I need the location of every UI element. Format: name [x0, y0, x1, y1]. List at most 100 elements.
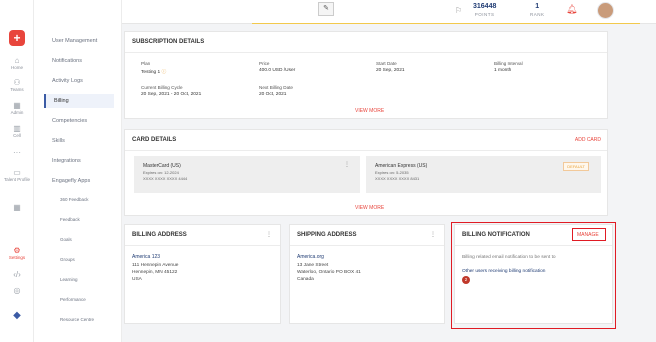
- help-icon: ◎: [13, 286, 21, 295]
- price-label: Price: [259, 61, 270, 66]
- rail-settings-label: Settings: [8, 255, 26, 260]
- header-accent-line: [252, 23, 640, 24]
- points-value: 316448: [473, 3, 497, 10]
- avatar[interactable]: [597, 2, 614, 19]
- sidebar-subitem-goals[interactable]: Goals: [60, 237, 72, 242]
- billing-cycle-label: Current Billing Cycle: [141, 85, 183, 90]
- shipping-address-card: SHIPPING ADDRESS ⋮ America.org 13 Jane S…: [289, 224, 445, 324]
- divider: [125, 150, 607, 151]
- subscription-view-more-link[interactable]: VIEW MORE: [355, 108, 384, 114]
- card-expiry: Expires on: 12-2024: [143, 170, 179, 175]
- rail-code[interactable]: ‹/›: [0, 270, 34, 279]
- rail-teams[interactable]: ⚇ Teams: [0, 78, 34, 92]
- add-icon[interactable]: +: [9, 30, 25, 46]
- house-icon: ⌂: [14, 56, 20, 65]
- rail-teams-label: Teams: [10, 87, 24, 92]
- shipping-address-name: America.org: [297, 254, 324, 260]
- billing-address-card: BILLING ADDRESS ⋮ America 123 111 Hennep…: [124, 224, 281, 324]
- building-icon: ▦: [13, 101, 21, 110]
- card-details-card: CARD DETAILS ADD CARD MasterCard (US) Ex…: [124, 129, 608, 216]
- kebab-menu-icon[interactable]: ⋮: [344, 161, 350, 168]
- rank-label: RANK: [530, 12, 545, 17]
- info-icon[interactable]: ⓘ: [162, 70, 167, 75]
- rail-help[interactable]: ◎: [0, 286, 34, 295]
- settings-sidebar: User Management Notifications Activity L…: [34, 0, 122, 342]
- sidebar-item-skills[interactable]: Skills: [52, 138, 65, 144]
- divider: [125, 52, 607, 53]
- sidebar-item-competencies[interactable]: Competencies: [52, 118, 87, 124]
- next-billing-label: Next Billing Date: [259, 85, 293, 90]
- rank-stat[interactable]: 1 RANK: [530, 3, 545, 19]
- plan-value: Testing 1 ⓘ: [141, 68, 166, 75]
- sidebar-subitem-feedback[interactable]: Feedback: [60, 217, 80, 222]
- code-icon: ‹/›: [13, 270, 21, 279]
- sidebar-subitem-360-feedback[interactable]: 360 Feedback: [60, 197, 89, 202]
- rail-cell-label: Cell: [13, 133, 21, 138]
- company-logo: ✎: [318, 2, 334, 16]
- billing-cycle-value: 20 Sep, 2021 - 20 Oct, 2021: [141, 92, 202, 97]
- default-badge: DEFAULT: [563, 162, 589, 171]
- rail-home[interactable]: ⌂ Home: [0, 56, 34, 70]
- sidebar-item-user-management[interactable]: User Management: [52, 38, 97, 44]
- card-name: American Express (US): [375, 163, 428, 169]
- flag-icon[interactable]: ⚐: [455, 6, 462, 15]
- rank-value: 1: [535, 3, 540, 10]
- rail-settings[interactable]: ⚙ Settings: [0, 246, 34, 260]
- rail-admin[interactable]: ▦ Admin: [0, 101, 34, 115]
- chart-icon: ▥: [13, 124, 21, 133]
- sidebar-subitem-groups[interactable]: Groups: [60, 257, 75, 262]
- card-number: XXXX XXXX XXXX 8431: [375, 176, 420, 181]
- id-card-icon: ▭: [13, 168, 21, 177]
- kebab-menu-icon[interactable]: ⋮: [266, 231, 272, 238]
- points-label: POINTS: [474, 12, 495, 17]
- sidebar-subitem-learning[interactable]: Learning: [60, 277, 78, 282]
- points-stat[interactable]: 316448 POINTS: [473, 3, 496, 19]
- price-value: 400.0 USD /User: [259, 68, 296, 73]
- subscription-details-card: SUBSCRIPTION DETAILS Plan Testing 1 ⓘ Pr…: [124, 31, 608, 119]
- shipping-address-line1: 13 Jane Street: [297, 263, 329, 268]
- plan-label: Plan: [141, 61, 151, 66]
- rail-more[interactable]: ···: [0, 148, 34, 157]
- card-expiry: Expires on: 5-2035: [375, 170, 409, 175]
- kebab-menu-icon[interactable]: ⋮: [430, 231, 436, 238]
- sidebar-item-notifications[interactable]: Notifications: [52, 58, 82, 64]
- brand-logo-icon: ◆: [13, 310, 21, 321]
- subscription-title: SUBSCRIPTION DETAILS: [132, 39, 205, 45]
- gear-icon: ⚙: [13, 246, 21, 255]
- add-card-link[interactable]: ADD CARD: [575, 137, 601, 143]
- cards-view-more-link[interactable]: VIEW MORE: [355, 205, 384, 211]
- rail-admin-label: Admin: [10, 110, 24, 115]
- card-details-title: CARD DETAILS: [132, 137, 177, 143]
- sidebar-item-integrations[interactable]: Integrations: [52, 158, 81, 164]
- rail-talent-profile[interactable]: ▭ Talent Profile: [0, 168, 34, 182]
- credit-card-item[interactable]: MasterCard (US) Expires on: 12-2024 XXXX…: [134, 156, 360, 193]
- rail-talent-label: Talent Profile: [3, 177, 30, 182]
- rail-home-label: Home: [10, 65, 23, 70]
- grid-icon: ▦: [13, 203, 21, 212]
- shipping-address-line3: Canada: [297, 277, 314, 282]
- credit-card-item[interactable]: American Express (US) Expires on: 5-2035…: [366, 156, 601, 193]
- shipping-address-title: SHIPPING ADDRESS: [297, 232, 357, 238]
- shipping-address-line2: Waterloo, Ontario PO BOX 41: [297, 270, 361, 275]
- next-billing-value: 20 Oct, 2021: [259, 92, 287, 97]
- bell-icon[interactable]: 🔔︎: [566, 4, 577, 15]
- sidebar-subitem-resource-centre[interactable]: Resource Centre: [60, 317, 94, 322]
- billing-address-name: America 123: [132, 254, 161, 260]
- divider: [125, 245, 280, 246]
- icon-rail: + ⌂ Home ⚇ Teams ▦ Admin ▥ Cell ··· ▭ Talent …: [0, 0, 34, 342]
- billing-address-line2: Hennepin, MN 45122: [132, 270, 178, 275]
- rail-grid[interactable]: ▦: [0, 203, 34, 212]
- billing-interval-label: Billing Interval: [494, 61, 523, 66]
- card-number: XXXX XXXX XXXX 4444: [143, 176, 188, 181]
- start-date-label: Start Date: [376, 61, 397, 66]
- sidebar-item-activity-logs[interactable]: Activity Logs: [52, 78, 83, 84]
- plan-value-text: Testing 1: [141, 70, 161, 75]
- card-name: MasterCard (US): [143, 163, 181, 169]
- divider: [290, 245, 444, 246]
- billing-address-line1: 111 Hennepin Avenue: [132, 263, 179, 268]
- sidebar-subitem-performance[interactable]: Performance: [60, 297, 86, 302]
- billing-address-title: BILLING ADDRESS: [132, 232, 187, 238]
- sidebar-item-engagefly-apps[interactable]: Engagefly Apps: [52, 178, 90, 184]
- sidebar-item-billing[interactable]: Billing: [44, 94, 114, 108]
- rail-cell[interactable]: ▥ Cell: [0, 124, 34, 138]
